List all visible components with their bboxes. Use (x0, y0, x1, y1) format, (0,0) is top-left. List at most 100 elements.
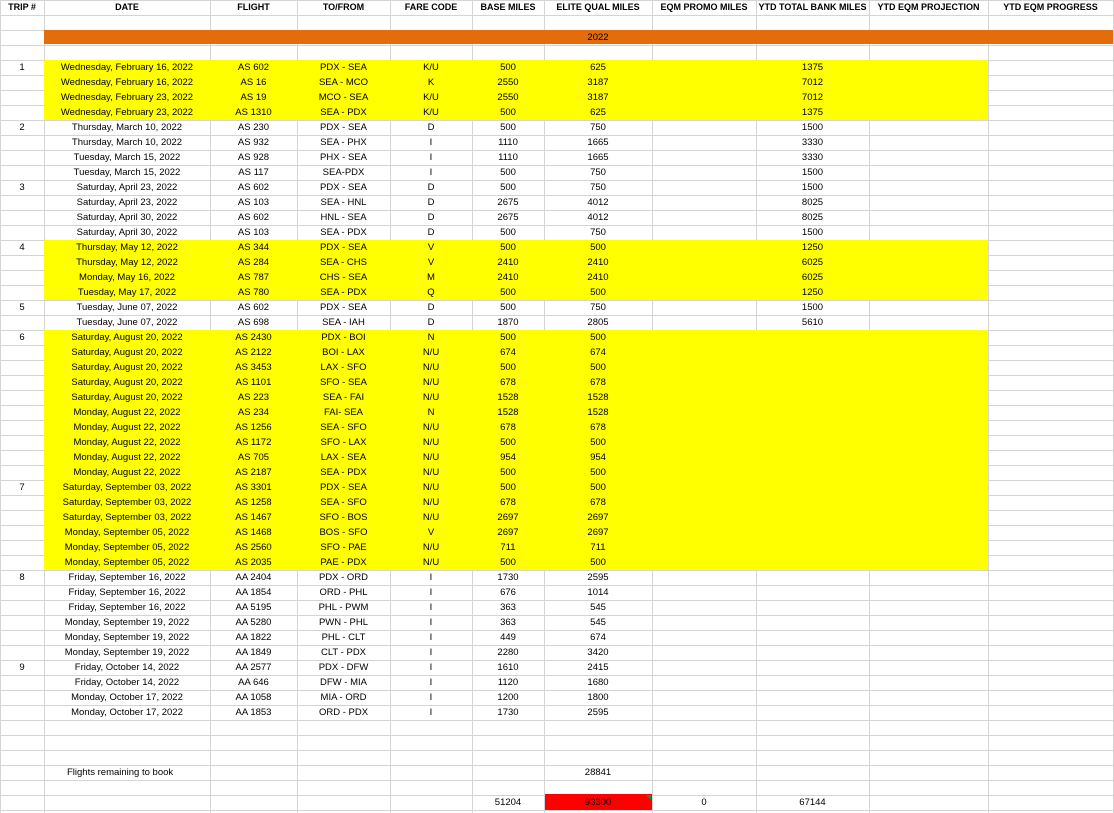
cell-eqm[interactable]: 500 (544, 465, 652, 480)
cell-eqm[interactable]: 1665 (544, 150, 652, 165)
cell-eqm[interactable]: 2410 (544, 270, 652, 285)
cell-bank[interactable] (756, 465, 869, 480)
cell-flight[interactable]: AS 1172 (210, 435, 297, 450)
cell-date[interactable]: Wednesday, February 23, 2022 (44, 105, 210, 120)
cell-fare[interactable]: N/U (390, 480, 472, 495)
cell-bank[interactable]: 8025 (756, 195, 869, 210)
cell-route[interactable]: PDX - SEA (297, 120, 390, 135)
cell-fare[interactable]: K/U (390, 60, 472, 75)
cell-bank[interactable] (756, 480, 869, 495)
cell-date[interactable]: Saturday, April 23, 2022 (44, 180, 210, 195)
cell-bank[interactable] (756, 615, 869, 630)
cell-fare[interactable]: N/U (390, 360, 472, 375)
column-header[interactable]: BASE MILES (472, 0, 544, 15)
cell-eqm[interactable]: 1528 (544, 405, 652, 420)
cell-trip[interactable] (0, 195, 44, 210)
cell-route[interactable]: PDX - SEA (297, 240, 390, 255)
cell-trip[interactable] (0, 555, 44, 570)
cell-eqm[interactable]: 750 (544, 120, 652, 135)
cell-bank[interactable] (756, 660, 869, 675)
cell-fare[interactable]: I (390, 615, 472, 630)
cell-date[interactable]: Tuesday, March 15, 2022 (44, 165, 210, 180)
cell-base[interactable]: 1528 (472, 405, 544, 420)
cell-trip[interactable]: 2 (0, 120, 44, 135)
cell-trip[interactable]: 5 (0, 300, 44, 315)
cell-date[interactable]: Saturday, August 20, 2022 (44, 330, 210, 345)
cell-date[interactable]: Saturday, August 20, 2022 (44, 360, 210, 375)
cell-eqm[interactable]: 625 (544, 105, 652, 120)
cell-eqm[interactable]: 750 (544, 225, 652, 240)
cell-eqm[interactable]: 1665 (544, 135, 652, 150)
cell-fare[interactable]: D (390, 195, 472, 210)
cell-eqm[interactable]: 674 (544, 345, 652, 360)
cell-trip[interactable] (0, 210, 44, 225)
cell-trip[interactable] (0, 600, 44, 615)
cell-route[interactable]: DFW - MIA (297, 675, 390, 690)
cell-trip[interactable]: 6 (0, 330, 44, 345)
cell-base[interactable]: 2675 (472, 210, 544, 225)
cell-eqm[interactable]: 2697 (544, 510, 652, 525)
cell-trip[interactable] (0, 360, 44, 375)
cell-date[interactable]: Saturday, August 20, 2022 (44, 390, 210, 405)
cell-trip[interactable] (0, 540, 44, 555)
cell-base[interactable]: 2697 (472, 525, 544, 540)
cell-base[interactable]: 1610 (472, 660, 544, 675)
cell-route[interactable]: SEA - HNL (297, 195, 390, 210)
cell-flight[interactable]: AS 103 (210, 225, 297, 240)
cell-route[interactable]: SEA - PDX (297, 285, 390, 300)
column-header[interactable]: ELITE QUAL MILES (544, 0, 652, 15)
cell-base[interactable]: 500 (472, 240, 544, 255)
cell-eqm[interactable]: 750 (544, 165, 652, 180)
cell-route[interactable]: PAE - PDX (297, 555, 390, 570)
cell-fare[interactable]: I (390, 600, 472, 615)
cell-date[interactable]: Wednesday, February 16, 2022 (44, 60, 210, 75)
cell-fare[interactable]: K/U (390, 90, 472, 105)
cell-flight[interactable]: AS 932 (210, 135, 297, 150)
cell-base[interactable]: 678 (472, 420, 544, 435)
cell-flight[interactable]: AS 602 (210, 300, 297, 315)
cell-eqm[interactable]: 711 (544, 540, 652, 555)
cell-route[interactable]: SFO - PAE (297, 540, 390, 555)
spreadsheet[interactable]: TRIP # DATE FLIGHT TO/FROM FARE CODE BASE MIL… (0, 0, 1114, 813)
cell-date[interactable]: Monday, August 22, 2022 (44, 435, 210, 450)
cell-fare[interactable]: D (390, 120, 472, 135)
cell-route[interactable]: SEA-PDX (297, 165, 390, 180)
cell-base[interactable]: 711 (472, 540, 544, 555)
cell-base[interactable]: 676 (472, 585, 544, 600)
cell-flight[interactable]: AS 223 (210, 390, 297, 405)
cell-trip[interactable] (0, 495, 44, 510)
cell-eqm[interactable]: 2805 (544, 315, 652, 330)
cell-bank[interactable]: 1500 (756, 165, 869, 180)
cell-trip[interactable]: 7 (0, 480, 44, 495)
cell-base[interactable]: 363 (472, 615, 544, 630)
cell-eqm[interactable]: 2415 (544, 660, 652, 675)
cell-date[interactable]: Tuesday, June 07, 2022 (44, 315, 210, 330)
cell-route[interactable]: PDX - SEA (297, 300, 390, 315)
cell-base[interactable]: 954 (472, 450, 544, 465)
cell-base[interactable]: 1870 (472, 315, 544, 330)
cell-base[interactable]: 678 (472, 375, 544, 390)
cell-eqm[interactable]: 674 (544, 630, 652, 645)
cell-trip[interactable] (0, 405, 44, 420)
cell-trip[interactable] (0, 105, 44, 120)
cell-flight[interactable]: AA 2404 (210, 570, 297, 585)
cell-bank[interactable] (756, 690, 869, 705)
cell-base[interactable]: 2550 (472, 90, 544, 105)
cell-trip[interactable]: 8 (0, 570, 44, 585)
cell-fare[interactable]: N/U (390, 510, 472, 525)
cell-fare[interactable]: V (390, 525, 472, 540)
cell-eqm[interactable]: 500 (544, 330, 652, 345)
cell-flight[interactable]: AS 2122 (210, 345, 297, 360)
cell-bank[interactable] (756, 630, 869, 645)
cell-flight[interactable]: AS 2035 (210, 555, 297, 570)
cell-route[interactable]: CHS - SEA (297, 270, 390, 285)
cell-bank[interactable]: 6025 (756, 255, 869, 270)
cell-route[interactable]: MIA - ORD (297, 690, 390, 705)
cell-date[interactable]: Saturday, September 03, 2022 (44, 510, 210, 525)
cell-bank[interactable] (756, 645, 869, 660)
cell-date[interactable]: Monday, August 22, 2022 (44, 405, 210, 420)
cell-date[interactable]: Monday, August 22, 2022 (44, 465, 210, 480)
cell-date[interactable]: Monday, September 19, 2022 (44, 645, 210, 660)
cell-date[interactable]: Thursday, May 12, 2022 (44, 240, 210, 255)
cell-bank[interactable] (756, 510, 869, 525)
